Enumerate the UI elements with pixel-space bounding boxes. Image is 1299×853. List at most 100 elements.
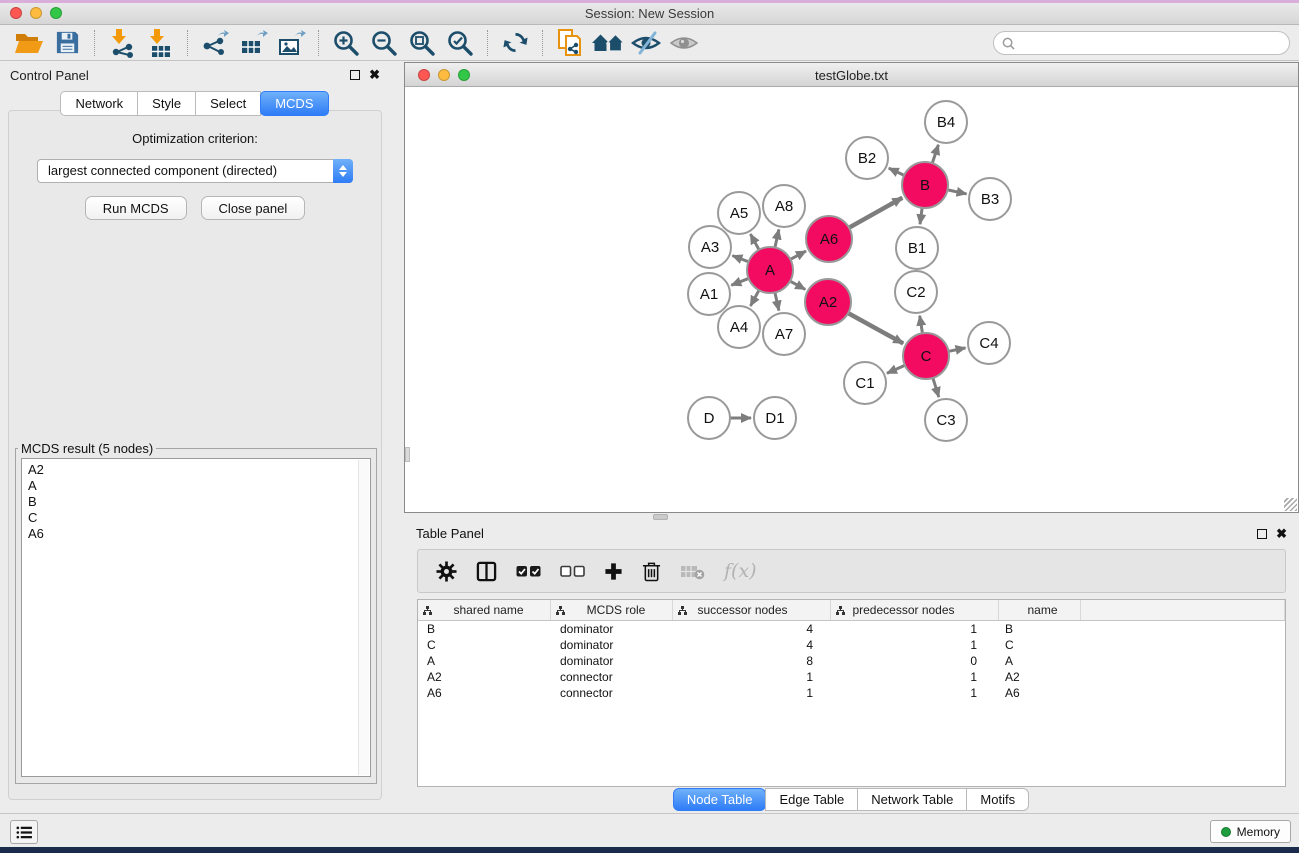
- graph-edge-A6-B[interactable]: [848, 198, 902, 228]
- table-cell[interactable]: dominator: [551, 638, 673, 652]
- table-cell[interactable]: A: [418, 654, 551, 668]
- zoom-in-button[interactable]: [327, 27, 365, 59]
- zoom-selected-button[interactable]: [441, 27, 479, 59]
- graph-edge-A-A5[interactable]: [750, 234, 759, 251]
- graph-edge-B-B2[interactable]: [889, 168, 905, 176]
- graph-edge-A-A6[interactable]: [789, 251, 806, 260]
- table-cell[interactable]: A6: [999, 686, 1081, 700]
- table-cell[interactable]: 4: [673, 622, 831, 636]
- table-cell[interactable]: 1: [831, 686, 999, 700]
- close-table-panel-icon[interactable]: ✖: [1276, 529, 1287, 539]
- tab-motifs[interactable]: Motifs: [966, 788, 1029, 811]
- table-row[interactable]: Cdominator41C: [418, 637, 1285, 653]
- table-cell[interactable]: connector: [551, 686, 673, 700]
- graph-edge-C-C1[interactable]: [887, 365, 906, 373]
- table-cell[interactable]: C: [418, 638, 551, 652]
- table-cell[interactable]: A: [999, 654, 1081, 668]
- run-mcds-button[interactable]: Run MCDS: [85, 196, 187, 220]
- graph-edge-A-A4[interactable]: [750, 289, 759, 306]
- mcds-result-item[interactable]: A6: [28, 526, 364, 542]
- column-header-shared-name[interactable]: shared name: [418, 600, 551, 620]
- table-cell[interactable]: A2: [418, 670, 551, 684]
- close-panel-icon[interactable]: ✖: [369, 70, 380, 80]
- table-cell[interactable]: A2: [999, 670, 1081, 684]
- column-header-name[interactable]: name: [999, 600, 1081, 620]
- graph-edge-A-A2[interactable]: [789, 281, 805, 290]
- tab-network-table[interactable]: Network Table: [857, 788, 967, 811]
- table-cell[interactable]: 1: [831, 670, 999, 684]
- hide-selected-button[interactable]: [627, 27, 665, 59]
- new-network-from-selection-button[interactable]: [551, 27, 589, 59]
- table-cell[interactable]: B: [999, 622, 1081, 636]
- table-row[interactable]: Bdominator41B: [418, 621, 1285, 637]
- table-row[interactable]: Adominator80A: [418, 653, 1285, 669]
- search-box[interactable]: [993, 31, 1290, 55]
- table-cell[interactable]: connector: [551, 670, 673, 684]
- search-input[interactable]: [1015, 33, 1289, 53]
- column-header-successor-nodes[interactable]: successor nodes: [673, 600, 831, 620]
- mcds-result-item[interactable]: A2: [28, 462, 364, 478]
- create-column-button[interactable]: [604, 562, 623, 581]
- tab-mcds[interactable]: MCDS: [260, 91, 328, 116]
- tab-node-table[interactable]: Node Table: [673, 788, 767, 811]
- table-cell[interactable]: 1: [673, 670, 831, 684]
- zoom-out-button[interactable]: [365, 27, 403, 59]
- export-network-button[interactable]: [196, 27, 234, 59]
- table-cell[interactable]: 4: [673, 638, 831, 652]
- save-session-button[interactable]: [48, 27, 86, 59]
- tab-select[interactable]: Select: [195, 91, 261, 116]
- table-cell[interactable]: B: [418, 622, 551, 636]
- column-header-MCDS-role[interactable]: MCDS role: [551, 600, 673, 620]
- first-neighbors-button[interactable]: [589, 27, 627, 59]
- graph-edge-B-B3[interactable]: [947, 190, 967, 194]
- graph-edge-B-B4[interactable]: [932, 145, 938, 164]
- node-table[interactable]: shared nameMCDS rolesuccessor nodesprede…: [417, 599, 1286, 787]
- float-panel-icon[interactable]: [350, 70, 360, 80]
- table-row[interactable]: A2connector11A2: [418, 669, 1285, 685]
- graph-edge-A-A3[interactable]: [732, 256, 749, 263]
- mcds-result-list[interactable]: A2ABCA6: [21, 458, 371, 777]
- table-cell[interactable]: 8: [673, 654, 831, 668]
- tab-edge-table[interactable]: Edge Table: [765, 788, 858, 811]
- memory-button[interactable]: Memory: [1210, 820, 1291, 843]
- canvas-scrollbar-nub[interactable]: [405, 447, 410, 462]
- network-canvas[interactable]: B4B2BB3A8A5A6A3B1AA1C2A2A4A7C4CC1C3DD1: [405, 87, 1298, 512]
- result-scrollbar[interactable]: [358, 460, 369, 775]
- import-network-button[interactable]: [103, 27, 141, 59]
- optimization-criterion-select[interactable]: largest connected component (directed): [37, 159, 353, 183]
- graph-edge-A-A1[interactable]: [731, 278, 749, 285]
- graph-edge-A-A8[interactable]: [775, 229, 779, 248]
- table-row[interactable]: A6connector11A6: [418, 685, 1285, 701]
- show-all-button[interactable]: [665, 27, 703, 59]
- table-cell[interactable]: 0: [831, 654, 999, 668]
- window-resize-grip[interactable]: [1284, 498, 1297, 511]
- tab-style[interactable]: Style: [137, 91, 196, 116]
- table-cell[interactable]: 1: [673, 686, 831, 700]
- graph-edge-C-C4[interactable]: [948, 348, 966, 352]
- select-all-columns-button[interactable]: [516, 565, 541, 578]
- export-table-button[interactable]: [234, 27, 272, 59]
- table-settings-button[interactable]: [436, 561, 457, 582]
- table-cell[interactable]: dominator: [551, 654, 673, 668]
- zoom-fit-button[interactable]: [403, 27, 441, 59]
- graph-edge-C-C2[interactable]: [920, 316, 923, 335]
- table-cell[interactable]: C: [999, 638, 1081, 652]
- open-session-button[interactable]: [10, 27, 48, 59]
- graph-edge-C-C3[interactable]: [933, 377, 939, 397]
- export-image-button[interactable]: [272, 27, 310, 59]
- apply-layout-button[interactable]: [496, 27, 534, 59]
- mcds-result-item[interactable]: A: [28, 478, 364, 494]
- table-cell[interactable]: 1: [831, 638, 999, 652]
- graph-edge-A2-C[interactable]: [847, 313, 903, 344]
- mcds-result-item[interactable]: B: [28, 494, 364, 510]
- show-panels-menu-button[interactable]: [10, 820, 38, 844]
- table-cell[interactable]: 1: [831, 622, 999, 636]
- show-column-panel-button[interactable]: [476, 561, 497, 582]
- import-table-button[interactable]: [141, 27, 179, 59]
- deselect-all-columns-button[interactable]: [560, 565, 585, 578]
- float-table-panel-icon[interactable]: [1257, 529, 1267, 539]
- column-header-predecessor-nodes[interactable]: predecessor nodes: [831, 600, 999, 620]
- graph-edge-A-A7[interactable]: [775, 291, 779, 310]
- close-panel-button[interactable]: Close panel: [201, 196, 306, 220]
- delete-column-button[interactable]: [642, 561, 661, 582]
